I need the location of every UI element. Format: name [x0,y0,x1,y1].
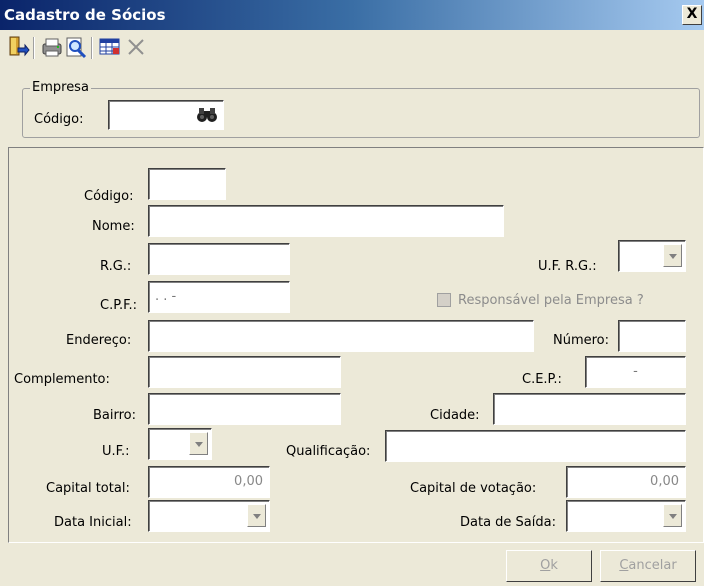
printer-icon[interactable] [40,34,64,60]
binoculars-search-icon[interactable] [196,106,218,124]
data-saida-label: Data de Saída: [460,515,556,530]
data-saida-picker[interactable] [566,500,686,532]
cancel-label-rest: ancelar [628,558,677,573]
endereco-input[interactable] [148,320,534,352]
capital-total-input[interactable]: 0,00 [148,466,270,498]
empresa-legend: Empresa [30,80,91,95]
ok-label-rest: k [550,558,558,573]
report-grid-icon[interactable] [98,34,122,60]
numero-input[interactable] [618,320,686,352]
chevron-down-icon[interactable] [663,504,682,527]
responsavel-checkbox[interactable] [437,293,451,307]
capital-votacao-input[interactable]: 0,00 [566,466,686,498]
ok-mnemonic: O [540,558,551,573]
chevron-down-icon[interactable] [189,432,208,455]
cidade-input[interactable] [493,393,686,425]
capital-votacao-label: Capital de votação: [410,481,537,496]
bairro-label: Bairro: [93,408,137,423]
toolbar-separator [91,37,93,59]
exit-door-icon[interactable] [6,34,30,60]
chevron-down-icon[interactable] [663,244,682,267]
codigo-input[interactable] [148,168,226,200]
uf-rg-label: U.F. R.G.: [538,259,597,274]
toolbar [0,30,704,76]
data-inicial-picker[interactable] [148,500,270,532]
cep-input[interactable]: - [585,356,686,388]
numero-label: Número: [553,333,610,348]
qualificacao-label: Qualificação: [286,444,371,459]
close-x-icon[interactable] [124,34,148,60]
ok-button[interactable]: Ok [506,550,592,582]
qualificacao-input[interactable] [385,430,686,462]
cpf-label: C.P.F.: [100,298,138,313]
window-title: Cadastro de Sócios [4,6,166,24]
nome-input[interactable] [148,205,504,237]
rg-input[interactable] [148,243,290,275]
bairro-input[interactable] [148,393,341,425]
complemento-input[interactable] [148,356,341,388]
uf-select[interactable] [148,428,212,460]
chevron-down-icon[interactable] [247,504,266,527]
close-button[interactable]: X [682,5,702,25]
responsavel-label: Responsável pela Empresa ? [458,293,644,308]
endereco-label: Endereço: [66,333,132,348]
nome-label: Nome: [92,219,135,234]
title-bar: Cadastro de Sócios X [0,0,704,30]
capital-total-label: Capital total: [46,481,130,496]
complemento-label: Complemento: [14,372,110,387]
cidade-label: Cidade: [430,408,480,423]
empresa-codigo-label: Código: [34,112,84,127]
rg-label: R.G.: [100,259,132,274]
cancel-button[interactable]: Cancelar [600,550,696,582]
cep-label: C.E.P.: [522,372,562,387]
codigo-label: Código: [84,189,134,204]
uf-label: U.F.: [102,444,130,459]
uf-rg-select[interactable] [618,240,686,272]
close-icon: X [686,6,698,22]
data-inicial-label: Data Inicial: [54,515,132,530]
cpf-input[interactable]: . . - [148,281,290,313]
toolbar-separator [33,37,35,59]
print-preview-icon[interactable] [64,34,88,60]
